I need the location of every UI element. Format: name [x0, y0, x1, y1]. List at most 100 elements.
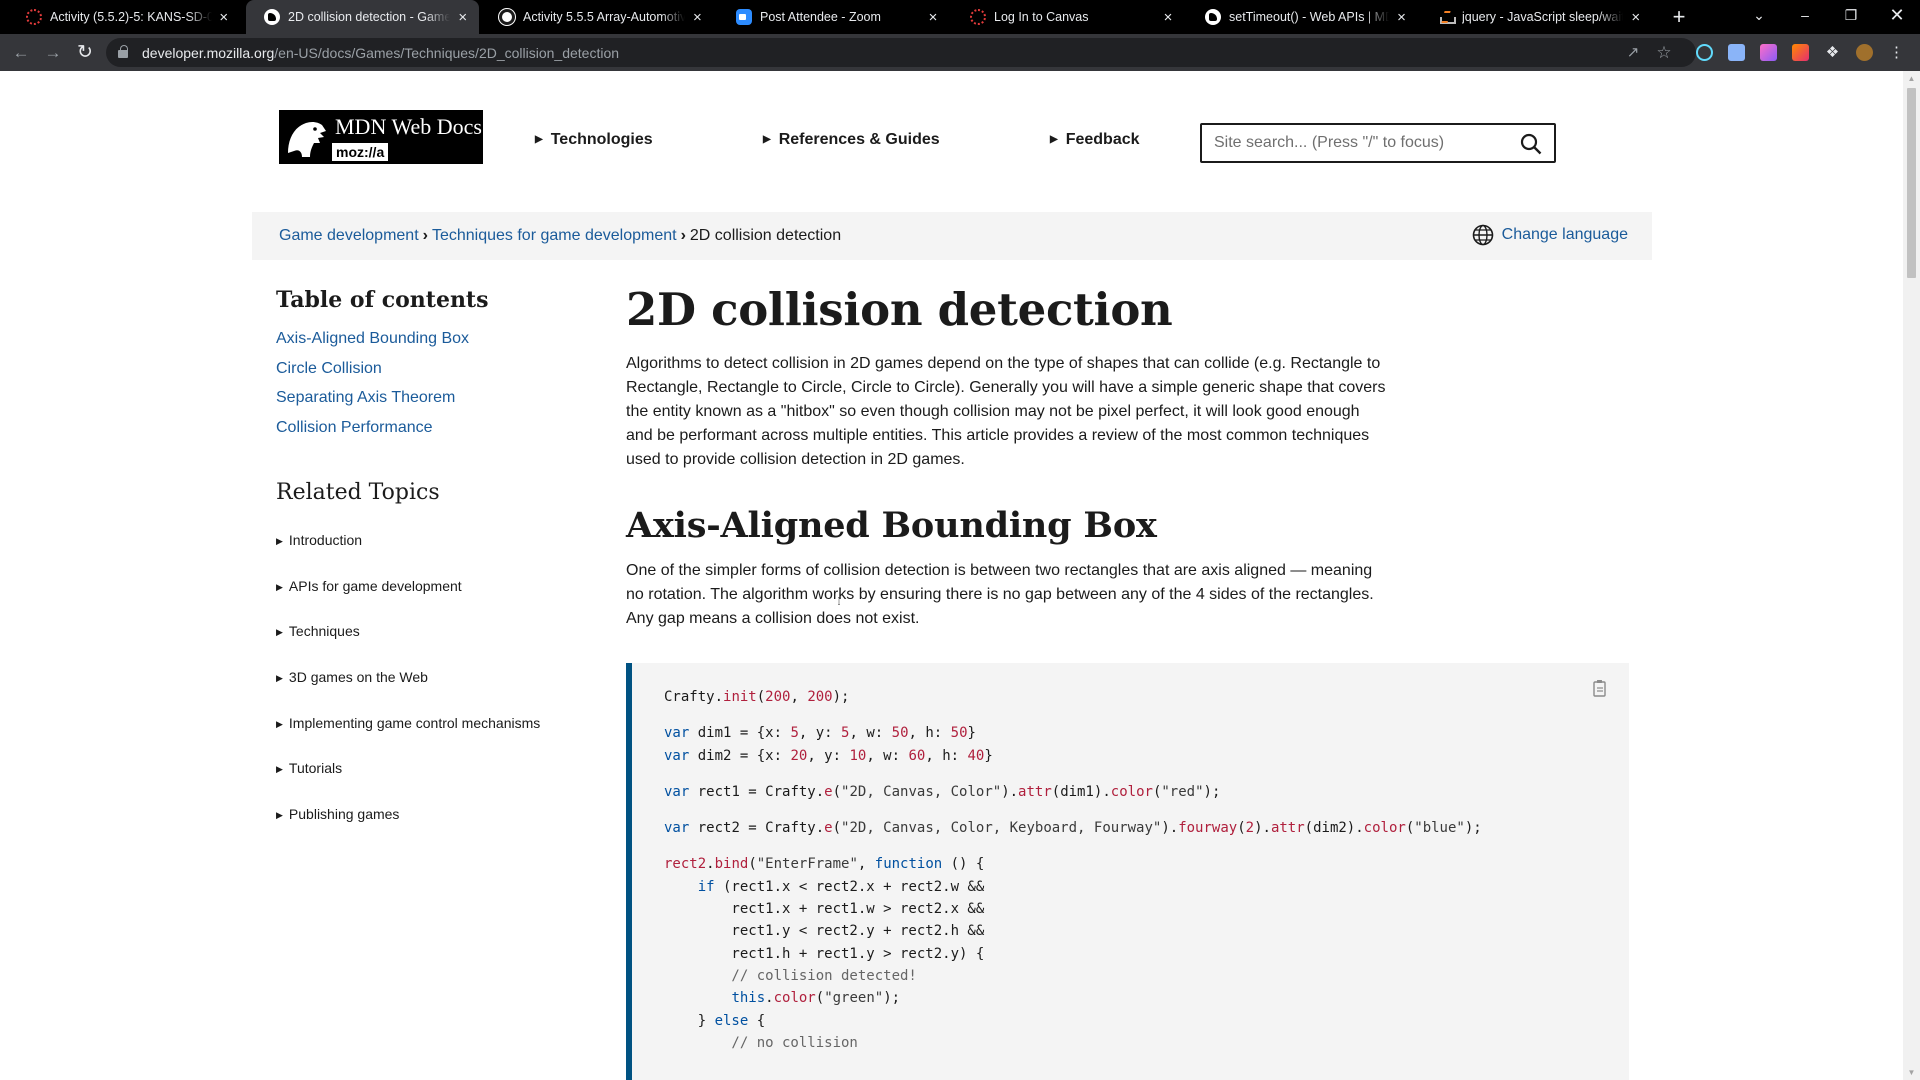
tab-search-icon[interactable]: ⌄ — [1736, 0, 1782, 30]
intro-paragraph: Algorithms to detect collision in 2D gam… — [626, 352, 1386, 472]
copy-to-clipboard-icon[interactable] — [1593, 679, 1609, 697]
aabb-paragraph-line: no rotation. The algorithm works by ensu… — [626, 586, 1374, 603]
change-language-button[interactable]: Change language — [1472, 224, 1628, 246]
tab-title[interactable]: 2D collision detection - Game de — [288, 10, 450, 24]
tab-close-icon[interactable]: × — [1161, 9, 1175, 26]
lock-icon[interactable] — [118, 45, 128, 58]
tab-close-icon[interactable]: × — [456, 9, 469, 26]
breadcrumb-techniques[interactable]: Techniques for game development — [432, 227, 677, 244]
mdn-logo[interactable]: MDN Web Docs moz://a — [279, 110, 483, 164]
nav-technologies[interactable]: ▶ Technologies — [535, 131, 653, 149]
close-window-icon[interactable]: ✕ — [1874, 0, 1920, 30]
related-topic-item[interactable]: ▶ Tutorials — [276, 760, 540, 806]
related-topic-label: Introduction — [288, 532, 363, 548]
toc-link[interactable]: Circle Collision — [276, 360, 382, 377]
tab-close-icon[interactable]: × — [926, 9, 940, 26]
related-topic-item[interactable]: ▶ Techniques — [276, 623, 540, 669]
site-search[interactable] — [1200, 123, 1556, 163]
related-topic-label: APIs for game development — [288, 577, 462, 594]
docs-extension-icon[interactable] — [1728, 44, 1745, 61]
toc-item: Axis-Aligned Bounding Box — [276, 330, 469, 360]
tab-close-icon[interactable]: × — [1629, 9, 1642, 26]
toc-heading: Table of contents — [276, 287, 489, 313]
tab-title[interactable]: Activity 5.5.5 Array-Automotive — [523, 10, 685, 24]
browser-tab[interactable]: Activity (5.5.2)-5: KANS-SD-01-J × — [8, 0, 240, 34]
browser-tab[interactable]: 2D collision detection - Game de × — [246, 0, 479, 34]
search-icon[interactable] — [1520, 133, 1542, 155]
code-example: Crafty.init(200, 200); var dim1 = {x: 5, … — [626, 663, 1629, 1080]
tab-title[interactable]: setTimeout() - Web APIs | MDN — [1229, 10, 1389, 24]
disclosure-triangle-icon: ▶ — [276, 718, 283, 729]
tab-title[interactable]: jquery - JavaScript sleep/wait be — [1462, 10, 1623, 24]
intro-line: the entity known as a "hitbox" so even t… — [626, 403, 1360, 420]
toc-link[interactable]: Separating Axis Theorem — [276, 389, 455, 406]
browser-tab[interactable]: setTimeout() - Web APIs | MDN × — [1187, 0, 1418, 34]
color-extension-icon[interactable] — [1760, 44, 1777, 61]
related-topic-label: Publishing games — [288, 806, 400, 823]
tab-close-icon[interactable]: × — [218, 9, 230, 26]
browser-menu-icon[interactable]: ⋮ — [1888, 44, 1905, 61]
address-bar[interactable]: developer.mozilla.org/en-US/docs/Games/T… — [106, 38, 1696, 67]
bookmark-star-icon[interactable]: ☆ — [1655, 44, 1673, 62]
canvas-icon — [26, 9, 42, 25]
related-topic-label: Techniques — [288, 623, 360, 640]
related-topic-item[interactable]: ▶ Introduction — [276, 532, 540, 578]
related-topic-item[interactable]: ▶ Publishing games — [276, 806, 540, 852]
code-line: // no collision — [664, 1034, 858, 1051]
browser-tab-strip: Activity (5.5.2)-5: KANS-SD-01-J×2D coll… — [0, 0, 1920, 34]
nav-references-guides[interactable]: ▶ References & Guides — [763, 131, 940, 149]
code-line: Crafty.init(200, 200); — [664, 689, 850, 705]
code-block[interactable]: Crafty.init(200, 200); var dim1 = {x: 5, … — [664, 686, 1482, 1054]
stackoverflow-icon — [1438, 9, 1456, 25]
page-scrollbar[interactable]: ▲ ▼ — [1903, 71, 1920, 1080]
tab-title[interactable]: Post Attendee - Zoom — [760, 10, 920, 24]
code-line: var dim1 = {x: 5, y: 5, w: 50, h: 50} — [664, 725, 976, 742]
extension-icon[interactable] — [1792, 44, 1809, 61]
breadcrumb-game-development[interactable]: Game development — [279, 227, 419, 244]
code-line: rect1.y < rect2.y + rect2.h && — [664, 923, 985, 940]
search-input[interactable] — [1214, 132, 1504, 154]
scrollbar-thumb[interactable] — [1907, 88, 1916, 278]
disclosure-triangle-icon: ▶ — [276, 581, 283, 592]
toc-item: Separating Axis Theorem — [276, 389, 469, 419]
tab-close-icon[interactable]: × — [1395, 9, 1408, 26]
share-icon[interactable]: ↗ — [1624, 44, 1642, 62]
url-text[interactable]: developer.mozilla.org/en-US/docs/Games/T… — [142, 45, 619, 61]
nav-feedback[interactable]: ▶ Feedback — [1050, 131, 1140, 149]
related-topic-label: Implementing game control mechanisms — [288, 714, 541, 731]
code-line: // collision detected! — [664, 967, 917, 984]
tab-title[interactable]: Activity (5.5.2)-5: KANS-SD-01-J — [50, 10, 212, 24]
new-tab-button[interactable]: + — [1665, 3, 1693, 31]
logo-text: MDN Web Docs — [335, 114, 482, 139]
scroll-down-icon[interactable]: ▼ — [1907, 1068, 1916, 1077]
related-topic-item[interactable]: ▶ APIs for game development — [276, 578, 540, 624]
profile-avatar[interactable] — [1856, 44, 1873, 61]
toc-link[interactable]: Axis-Aligned Bounding Box — [276, 330, 469, 347]
back-icon[interactable]: ← — [8, 40, 34, 66]
section-heading-aabb: Axis-Aligned Bounding Box — [626, 505, 1157, 546]
related-topic-label: Tutorials — [288, 760, 343, 777]
minimize-icon[interactable]: – — [1782, 0, 1828, 30]
code-line: } else { — [664, 1012, 766, 1029]
extensions-puzzle-icon[interactable]: ❖ — [1824, 44, 1841, 61]
toc-link[interactable]: Collision Performance — [276, 419, 433, 436]
forward-icon[interactable]: → — [40, 40, 66, 66]
react-devtools-icon[interactable] — [1696, 44, 1713, 61]
browser-tab[interactable]: Log In to Canvas × — [952, 0, 1185, 34]
scroll-up-icon[interactable]: ▲ — [1907, 74, 1916, 83]
related-topics-list: ▶ Introduction ▶ APIs for game development ▶… — [276, 532, 540, 852]
tab-title[interactable]: Log In to Canvas — [994, 10, 1155, 24]
browser-tab[interactable]: Post Attendee - Zoom × — [718, 0, 950, 34]
browser-tab[interactable]: jquery - JavaScript sleep/wait be × — [1420, 0, 1652, 34]
restore-icon[interactable]: ❐ — [1828, 0, 1874, 30]
related-topic-item[interactable]: ▶ 3D games on the Web — [276, 669, 540, 715]
browser-tab[interactable]: Activity 5.5.5 Array-Automotive × — [481, 0, 714, 34]
code-line: if (rect1.x < rect2.x + rect2.w && — [697, 878, 985, 895]
reload-icon[interactable]: ↻ — [72, 40, 98, 66]
tab-close-icon[interactable]: × — [691, 9, 704, 26]
globe-icon — [1472, 224, 1493, 246]
related-topic-item[interactable]: ▶ Implementing game control mechanisms — [276, 715, 540, 761]
related-topic-label: 3D games on the Web — [288, 669, 428, 686]
